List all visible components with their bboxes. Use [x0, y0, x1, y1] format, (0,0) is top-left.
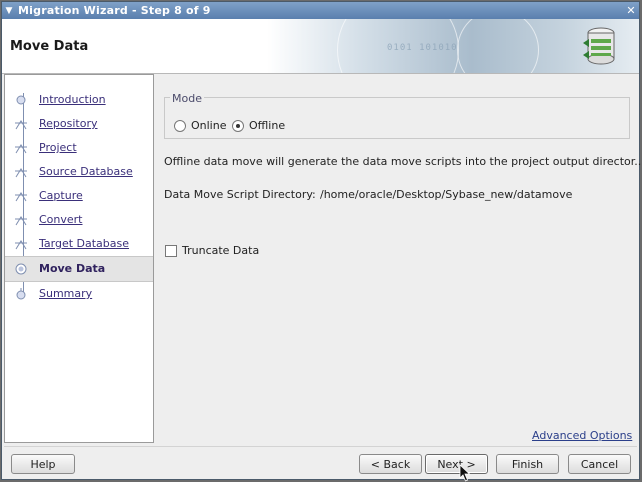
footer-separator — [4, 446, 637, 447]
migration-wizard-window: ▼ Migration Wizard - Step 8 of 9 ✕ Move … — [1, 1, 642, 482]
step-label[interactable]: Introduction — [39, 93, 106, 106]
step-node-icon — [15, 240, 27, 250]
step-project[interactable]: Project — [5, 136, 153, 160]
page-title: Move Data — [10, 39, 89, 54]
current-step-icon — [15, 263, 27, 275]
step-label[interactable]: Source Database — [39, 165, 133, 178]
cancel-button[interactable]: Cancel — [568, 454, 631, 474]
window-title: Migration Wizard - Step 8 of 9 — [18, 4, 211, 17]
step-label[interactable]: Summary — [39, 287, 92, 300]
step-label[interactable]: Project — [39, 141, 77, 154]
database-migrate-icon — [583, 27, 615, 65]
step-label: Move Data — [39, 262, 106, 275]
step-source-database[interactable]: Source Database — [5, 160, 153, 184]
back-button[interactable]: < Back — [359, 454, 422, 474]
step-label[interactable]: Repository — [39, 117, 98, 130]
step-move-data[interactable]: Move Data — [5, 256, 153, 282]
step-convert[interactable]: Convert — [5, 208, 153, 232]
step-node-icon — [16, 288, 26, 300]
step-node-icon — [16, 95, 26, 105]
step-node-icon — [15, 216, 27, 226]
step-node-icon — [15, 120, 27, 130]
step-repository[interactable]: Repository — [5, 112, 153, 136]
mode-legend: Mode — [170, 92, 204, 105]
step-node-icon — [15, 192, 27, 202]
content-panel: Mode Online Offline Offline data move wi… — [154, 74, 642, 443]
step-introduction[interactable]: Introduction — [5, 88, 153, 112]
dropdown-arrow-icon[interactable]: ▼ — [2, 6, 16, 16]
truncate-data-checkbox[interactable] — [165, 245, 177, 257]
title-bar: ▼ Migration Wizard - Step 8 of 9 ✕ — [2, 2, 639, 19]
online-radio-label[interactable]: Online — [191, 119, 226, 132]
offline-radio-label[interactable]: Offline — [249, 119, 285, 132]
advanced-options-link[interactable]: Advanced Options — [532, 429, 632, 442]
next-button[interactable]: Next > — [425, 454, 488, 474]
script-directory-value: /home/oracle/Desktop/Sybase_new/datamove — [320, 188, 573, 201]
banner-bits: 0101 101010 — [387, 43, 458, 53]
step-node-icon — [15, 144, 27, 154]
step-node-icon — [15, 168, 27, 178]
offline-radio[interactable] — [232, 120, 244, 132]
step-summary[interactable]: Summary — [5, 282, 153, 306]
step-label[interactable]: Convert — [39, 213, 83, 226]
wizard-header: Move Data 0101 101010 — [2, 19, 639, 74]
help-button[interactable]: Help — [11, 454, 75, 474]
offline-description: Offline data move will generate the data… — [164, 155, 642, 168]
step-label[interactable]: Target Database — [39, 237, 129, 250]
mouse-pointer-icon — [459, 464, 471, 482]
script-directory-label: Data Move Script Directory: — [164, 188, 316, 201]
step-label[interactable]: Capture — [39, 189, 83, 202]
step-target-database[interactable]: Target Database — [5, 232, 153, 256]
finish-button[interactable]: Finish — [496, 454, 559, 474]
step-capture[interactable]: Capture — [5, 184, 153, 208]
mode-group — [164, 97, 630, 139]
close-icon[interactable]: ✕ — [623, 4, 639, 17]
wizard-steps-panel: Introduction Repository Project Source D… — [4, 74, 154, 443]
online-radio[interactable] — [174, 120, 186, 132]
truncate-data-label[interactable]: Truncate Data — [182, 244, 259, 257]
